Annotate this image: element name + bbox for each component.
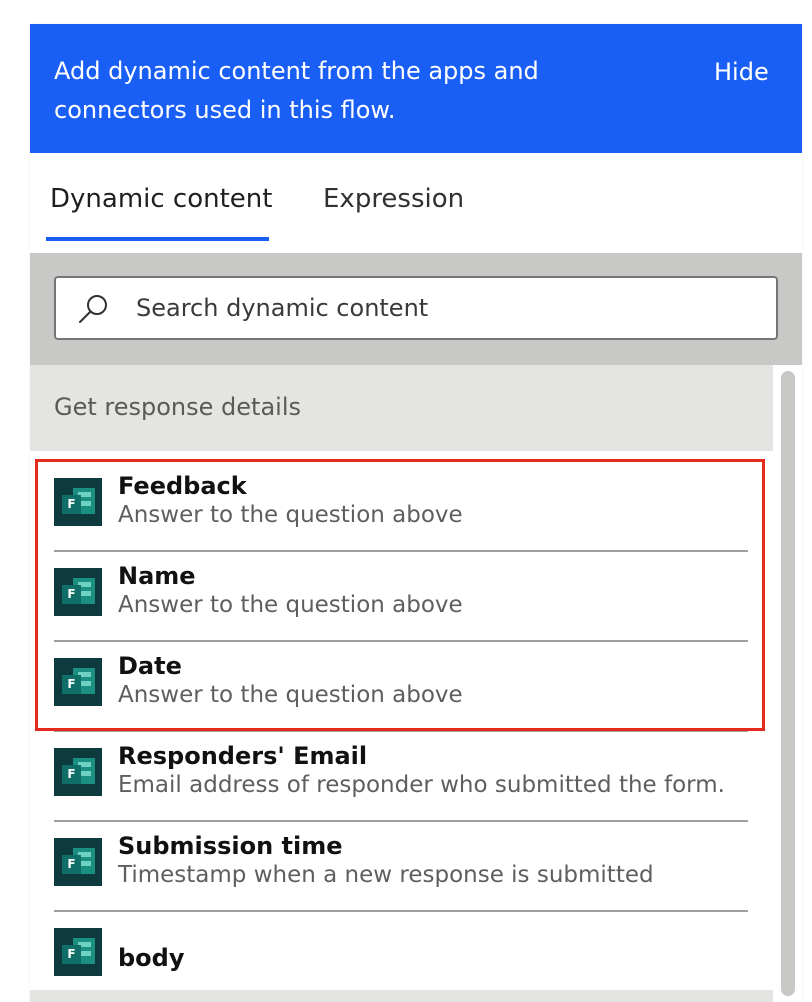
microsoft-forms-icon: F [54,478,102,526]
item-description: Answer to the question above [118,592,463,618]
item-description: Answer to the question above [118,682,463,708]
section-header[interactable]: Get response details [30,365,773,451]
list-item-responders-email[interactable]: F Responders' Email Email address of res… [54,732,748,822]
active-tab-indicator [46,237,269,241]
item-description: Email address of responder who submitted… [118,772,725,798]
dynamic-content-list: Get response details F Feedback Answer t… [30,365,802,1002]
search-input[interactable] [136,278,756,338]
microsoft-forms-icon: F [54,658,102,706]
list-item-name[interactable]: F Name Answer to the question above [54,552,748,642]
item-title: body [118,944,185,972]
popover-pointer [6,40,30,84]
dynamic-content-panel: Add dynamic content from the apps and co… [30,24,802,1002]
search-area [30,253,802,365]
tab-expression[interactable]: Expression [323,181,464,217]
item-description: Answer to the question above [118,502,463,528]
banner-text: Add dynamic content from the apps and co… [54,57,539,124]
search-icon [79,295,107,323]
search-box[interactable] [54,276,778,340]
microsoft-forms-icon: F [54,568,102,616]
scrollbar-thumb[interactable] [781,371,795,996]
scrollbar[interactable] [773,365,802,1002]
item-description: Timestamp when a new response is submitt… [118,862,654,888]
info-banner: Add dynamic content from the apps and co… [30,24,802,153]
hide-button[interactable]: Hide [714,54,769,90]
microsoft-forms-icon: F [54,748,102,796]
tab-bar: Dynamic content Expression [30,153,802,253]
list-item-date[interactable]: F Date Answer to the question above [54,642,748,732]
next-section-header [30,990,773,1002]
list-item-submission-time[interactable]: F Submission time Timestamp when a new r… [54,822,748,912]
tab-dynamic-content[interactable]: Dynamic content [50,181,272,217]
list-item-feedback[interactable]: F Feedback Answer to the question above [54,462,748,552]
list-item-body[interactable]: F body [54,912,748,1002]
microsoft-forms-icon: F [54,928,102,976]
section-title: Get response details [54,393,301,421]
microsoft-forms-icon: F [54,838,102,886]
